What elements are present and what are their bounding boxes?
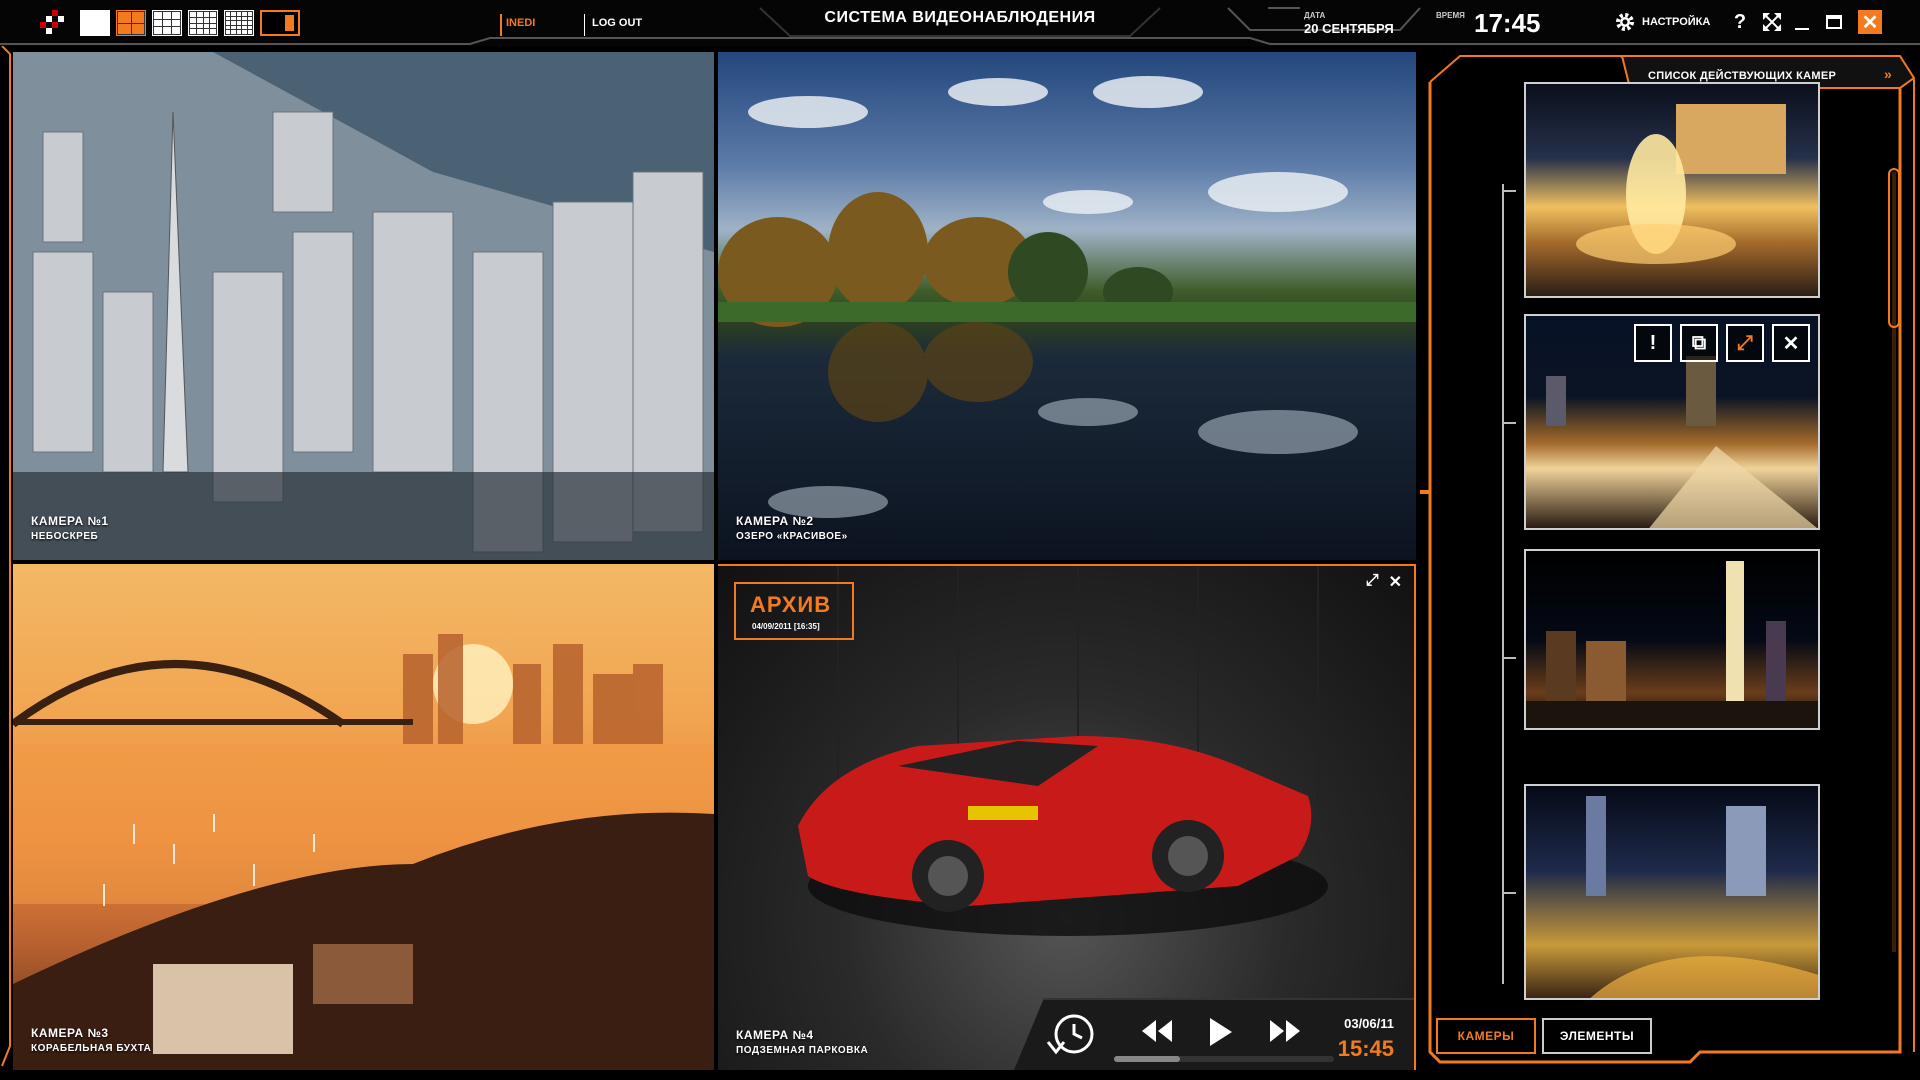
camera-3-caption: КАМЕРА №3 КОРАБЕЛЬНАЯ БУХТА xyxy=(31,1026,151,1054)
play-icon[interactable] xyxy=(1204,1016,1236,1048)
camera-feed-1[interactable]: КАМЕРА №1 НЕБОСКРЕБ xyxy=(13,52,714,560)
date-value: 20 СЕНТЯБРЯ xyxy=(1304,21,1394,36)
fullscreen-thumb-icon[interactable]: ⤢ xyxy=(1726,324,1764,362)
picture-in-picture-icon[interactable]: ⧉ xyxy=(1680,324,1718,362)
camera-1-number: КАМЕРА №1 xyxy=(31,514,109,528)
fast-forward-icon[interactable] xyxy=(1264,1016,1304,1046)
playback-controls: 03/06/11 15:45 xyxy=(1014,998,1414,1070)
camera-4-image xyxy=(798,566,1328,936)
layout-panel-button[interactable] xyxy=(260,10,300,36)
time-label: ВРЕМЯ xyxy=(1436,11,1465,20)
gear-icon xyxy=(1616,13,1634,31)
camera-2-image xyxy=(718,76,1416,518)
panel-title: СПИСОК ДЕЙСТВУЮЩИХ КАМЕР xyxy=(1648,70,1837,82)
settings-button[interactable]: НАСТРОЙКА xyxy=(1614,11,1710,33)
camera-2-name: ОЗЕРО «КРАСИВОЕ» xyxy=(736,531,848,542)
user-separator xyxy=(500,14,502,36)
camera-4-number: КАМЕРА №4 xyxy=(736,1028,814,1042)
camera-3-number: КАМЕРА №3 xyxy=(31,1026,109,1040)
archive-title: АРХИВ xyxy=(750,592,832,617)
scrollbar-thumb[interactable] xyxy=(1888,168,1900,328)
rail-tick xyxy=(1502,190,1516,192)
camera-3-image xyxy=(13,634,714,1070)
playback-date: 03/06/11 xyxy=(1344,1016,1394,1031)
camera-feed-2[interactable]: КАМЕРА №2 ОЗЕРО «КРАСИВОЕ» xyxy=(718,52,1416,560)
playback-progress-bar[interactable] xyxy=(1114,1056,1334,1062)
playback-time: 15:45 xyxy=(1337,1036,1394,1061)
camera-feed-4[interactable]: АРХИВ 04/09/2011 [16:35] ⤢ ✕ КАМЕРА №4 П… xyxy=(718,564,1416,1070)
thumb-rail xyxy=(1502,184,1504,984)
camera-4-name: ПОДЗЕМНАЯ ПАРКОВКА xyxy=(736,1045,869,1056)
app-logo-icon xyxy=(40,10,64,34)
close-camera-icon[interactable]: ✕ xyxy=(1389,572,1402,592)
tab-elements[interactable]: ЭЛЕМЕНТЫ xyxy=(1542,1018,1652,1054)
history-icon[interactable] xyxy=(1044,1012,1100,1060)
camera-1-caption: КАМЕРА №1 НЕБОСКРЕБ xyxy=(31,514,109,542)
fullscreen-icon[interactable] xyxy=(1760,10,1784,34)
camera-feed-3[interactable]: КАМЕРА №3 КОРАБЕЛЬНАЯ БУХТА xyxy=(13,564,714,1070)
camera-thumb-2[interactable]: ! ⧉ ⤢ ✕ xyxy=(1524,314,1820,530)
archive-timestamp: 04/09/2011 [16:35] xyxy=(752,622,820,631)
playback-progress-fill xyxy=(1114,1056,1180,1062)
camera-2-caption: КАМЕРА №2 ОЗЕРО «КРАСИВОЕ» xyxy=(736,514,848,542)
layout-1x1-button[interactable] xyxy=(80,10,110,36)
chevron-right-icon[interactable]: » xyxy=(1884,66,1892,82)
logout-button[interactable]: LOG OUT xyxy=(592,17,642,29)
user-name: INEDI xyxy=(506,17,536,29)
settings-label: НАСТРОЙКА xyxy=(1642,16,1711,28)
logout-separator xyxy=(584,14,585,36)
left-edge-frame xyxy=(1,46,11,1067)
camera-thumb-4[interactable] xyxy=(1524,784,1820,1000)
camera-4-caption: КАМЕРА №4 ПОДЗЕМНАЯ ПАРКОВКА xyxy=(736,1028,868,1056)
camera-1-name: НЕБОСКРЕБ xyxy=(31,531,99,542)
tab-cameras[interactable]: КАМЕРЫ xyxy=(1436,1018,1536,1054)
layout-4x4-button[interactable] xyxy=(188,10,218,36)
camera-list-panel: СПИСОК ДЕЙСТВУЮЩИХ КАМЕР » ! ⧉ ⤢ ✕ КАМЕР… xyxy=(1420,52,1920,1080)
layout-3x3-button[interactable] xyxy=(152,10,182,36)
maximize-icon[interactable] xyxy=(1822,10,1846,34)
rail-tick xyxy=(1502,422,1516,424)
help-icon[interactable]: ? xyxy=(1728,10,1752,34)
rail-tick xyxy=(1502,892,1516,894)
expand-icon[interactable]: ⤢ xyxy=(1366,572,1379,592)
minimize-icon[interactable] xyxy=(1790,10,1814,34)
rail-tick xyxy=(1502,657,1516,659)
camera-thumb-1[interactable] xyxy=(1524,82,1820,298)
camera-2-number: КАМЕРА №2 xyxy=(736,514,814,528)
close-icon[interactable]: ✕ xyxy=(1858,10,1882,34)
layout-5x5-button[interactable] xyxy=(224,10,254,36)
top-bar: INEDI LOG OUT СИСТЕМА ВИДЕОНАБЛЮДЕНИЯ ДА… xyxy=(0,0,1920,46)
camera-thumb-3[interactable] xyxy=(1524,549,1820,730)
layout-2x2-button[interactable] xyxy=(116,10,146,36)
archive-badge: АРХИВ 04/09/2011 [16:35] xyxy=(734,582,854,640)
thumb-tools: ! ⧉ ⤢ ✕ xyxy=(1634,324,1810,362)
camera-1-image xyxy=(13,52,714,560)
camera-4-tools: ⤢ ✕ xyxy=(1366,572,1402,592)
app-title: СИСТЕМА ВИДЕОНАБЛЮДЕНИЯ xyxy=(824,9,1096,26)
time-value: 17:45 xyxy=(1474,8,1541,38)
camera-3-name: КОРАБЕЛЬНАЯ БУХТА xyxy=(31,1043,152,1054)
close-thumb-icon[interactable]: ✕ xyxy=(1772,324,1810,362)
alert-icon[interactable]: ! xyxy=(1634,324,1672,362)
rewind-icon[interactable] xyxy=(1138,1016,1178,1046)
date-label: ДАТА xyxy=(1304,11,1326,20)
layout-switcher xyxy=(80,10,300,36)
